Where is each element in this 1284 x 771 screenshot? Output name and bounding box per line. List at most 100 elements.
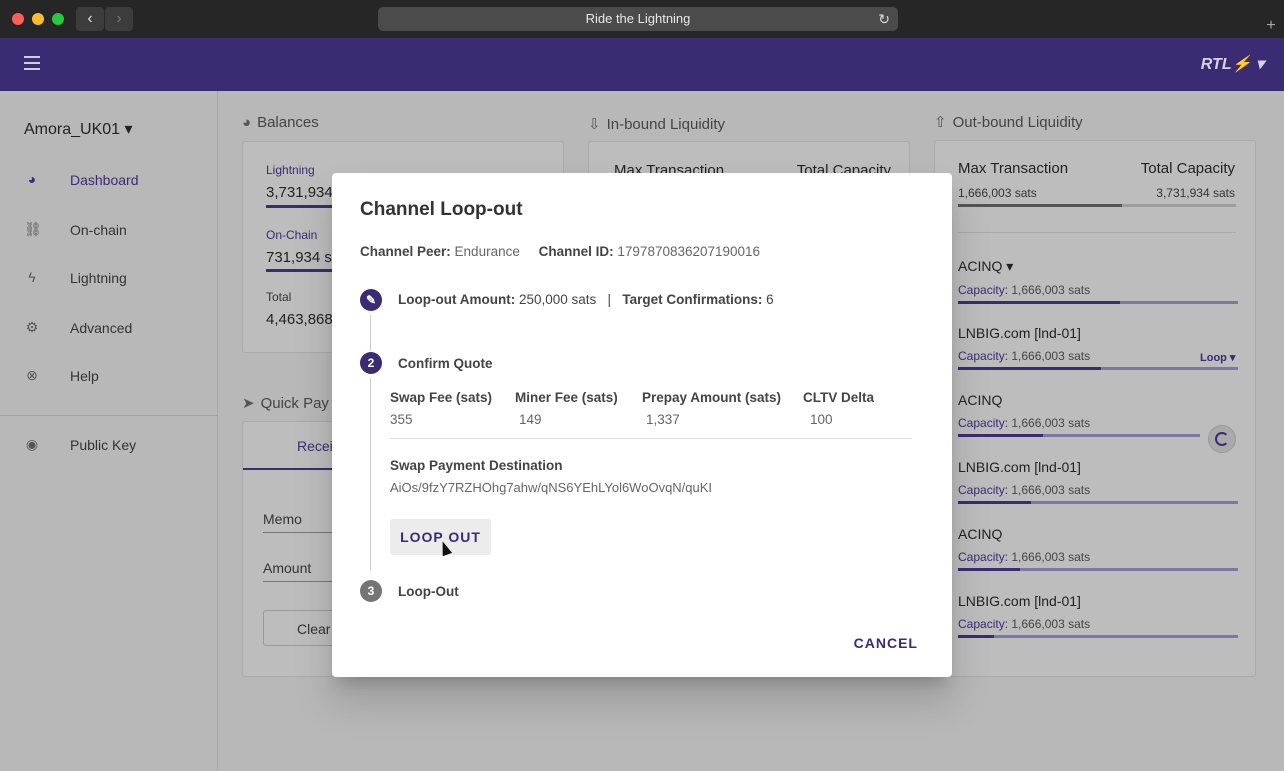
close-window-button[interactable] bbox=[12, 13, 24, 25]
outbound-capacity-label: Total Capacity bbox=[1140, 160, 1235, 177]
sidebar-item-label: Help bbox=[70, 368, 99, 384]
eye-icon: ◉ bbox=[25, 436, 39, 452]
prepay-amount-header: Prepay Amount (sats) bbox=[642, 390, 782, 405]
sidebar-item-help[interactable]: ⊗ Help bbox=[0, 357, 218, 397]
miner-fee-value: 149 bbox=[519, 412, 542, 427]
total-value: 4,463,868 bbox=[266, 311, 333, 328]
sidebar-item-label: Advanced bbox=[70, 320, 133, 336]
channel-peer-name: LNBIG.com [lnd-01] bbox=[958, 459, 1081, 475]
channel-capacity-bar bbox=[958, 434, 1200, 437]
channel-capacity: Capacity: 1,666,003 sats bbox=[958, 617, 1091, 631]
sidebar: Amora_UK01 ▾ ◕ Dashboard ⛓ On-chain ϟ Li… bbox=[0, 91, 218, 771]
new-tab-button[interactable]: + bbox=[1258, 14, 1284, 38]
send-icon: ➤ bbox=[242, 395, 255, 412]
dialog-title: Channel Loop-out bbox=[360, 199, 523, 220]
step-1-summary: Loop-out Amount: 250,000 sats | Target C… bbox=[398, 292, 774, 307]
upload-icon: ⇧ bbox=[934, 114, 947, 131]
outbound-title: ⇧ Out-bound Liquidity bbox=[934, 114, 1083, 131]
sidebar-item-label: Public Key bbox=[70, 437, 137, 453]
swap-fee-header: Swap Fee (sats) bbox=[390, 390, 493, 405]
link-icon: ⛓ bbox=[24, 221, 42, 237]
channel-capacity: Capacity: 1,666,003 sats bbox=[958, 283, 1091, 297]
sidebar-item-label: Dashboard bbox=[70, 172, 139, 188]
sidebar-item-on-chain[interactable]: ⛓ On-chain bbox=[0, 211, 218, 251]
channel-capacity: Capacity: 1,666,003 sats bbox=[958, 483, 1091, 497]
chevron-right-icon: › bbox=[116, 10, 122, 27]
step-2-label: Confirm Quote bbox=[398, 356, 493, 371]
address-bar[interactable]: Ride the Lightning ↻ bbox=[378, 7, 898, 31]
lightning-icon: ϟ bbox=[28, 269, 36, 285]
step-1-edit-icon[interactable]: ✎ bbox=[360, 289, 382, 311]
memo-field[interactable]: Memo bbox=[263, 511, 302, 527]
loop-menu-button[interactable]: Loop ▾ bbox=[1200, 351, 1235, 364]
outbound-channel-row: ACINQ Capacity: 1,666,003 sats bbox=[958, 526, 1238, 571]
loop-out-amount: 250,000 sats bbox=[518, 292, 597, 307]
back-button[interactable]: ‹ bbox=[76, 7, 104, 31]
node-selector[interactable]: Amora_UK01 ▾ bbox=[24, 119, 133, 139]
dashboard-icon: ◕ bbox=[27, 171, 37, 187]
channel-id-label: Channel ID: bbox=[538, 244, 614, 259]
onchain-label: On-Chain bbox=[266, 228, 318, 242]
miner-fee-header: Miner Fee (sats) bbox=[515, 390, 618, 405]
cancel-button[interactable]: CANCEL bbox=[854, 635, 918, 651]
minimize-window-button[interactable] bbox=[32, 13, 44, 25]
cltv-delta-value: 100 bbox=[810, 412, 833, 427]
channel-capacity-bar bbox=[958, 367, 1238, 370]
outbound-channel-row: LNBIG.com [lnd-01] Capacity: 1,666,003 sa… bbox=[958, 325, 1238, 370]
clear-button[interactable]: Clear bbox=[263, 610, 343, 646]
outbound-channel-row: ACINQ Capacity: 1,666,003 sats bbox=[958, 392, 1238, 437]
download-icon: ⇩ bbox=[588, 116, 601, 133]
balances-title: ◕ Balances bbox=[242, 114, 319, 131]
target-confirmations: 6 bbox=[766, 292, 774, 307]
channel-peer-name: ACINQ bbox=[958, 526, 1003, 542]
forward-button[interactable]: › bbox=[105, 7, 133, 31]
channel-peer-name: LNBIG.com [lnd-01] bbox=[958, 325, 1081, 341]
help-icon: ⊗ bbox=[26, 367, 38, 383]
sidebar-item-dashboard[interactable]: ◕ Dashboard bbox=[0, 161, 218, 201]
amount-field[interactable]: Amount bbox=[263, 560, 311, 576]
browser-chrome: ‹ › Ride the Lightning ↻ + bbox=[0, 0, 1284, 38]
step-3-number: 3 bbox=[360, 580, 382, 602]
sidebar-item-label: Lightning bbox=[70, 270, 127, 286]
channel-capacity: Capacity: 1,666,003 sats bbox=[958, 550, 1091, 564]
channel-id-value: 1797870836207190016 bbox=[617, 244, 761, 259]
page-title: Ride the Lightning bbox=[585, 11, 691, 26]
lightning-value: 3,731,934 bbox=[266, 184, 333, 201]
sidebar-item-advanced[interactable]: ⚙ Advanced bbox=[0, 309, 218, 349]
tab-receive[interactable]: Recei bbox=[297, 438, 333, 454]
total-label: Total bbox=[266, 290, 292, 304]
loading-spinner bbox=[1208, 425, 1236, 453]
peer-value: Endurance bbox=[454, 244, 520, 259]
channel-capacity: Capacity: 1,666,003 sats bbox=[958, 416, 1091, 430]
outbound-max-value: 1,666,003 sats bbox=[958, 186, 1037, 200]
gear-icon: ⚙ bbox=[25, 319, 39, 335]
channel-peer-name[interactable]: ACINQ ▾ bbox=[958, 258, 1238, 275]
prepay-amount-value: 1,337 bbox=[646, 412, 680, 427]
outbound-channel-row: ACINQ ▾ Capacity: 1,666,003 sats bbox=[958, 258, 1238, 304]
step-2-number: 2 bbox=[360, 352, 382, 374]
app-toolbar: RTL⚡ ▾ bbox=[0, 38, 1284, 91]
inbound-title: ⇩ In-bound Liquidity bbox=[588, 116, 725, 133]
channel-peer-name: ACINQ bbox=[958, 392, 1003, 408]
sidebar-item-public-key[interactable]: ◉ Public Key bbox=[0, 426, 218, 466]
menu-icon[interactable] bbox=[24, 56, 40, 70]
outbound-channel-row: LNBIG.com [lnd-01] Capacity: 1,666,003 sa… bbox=[958, 459, 1238, 504]
brand-menu[interactable]: RTL⚡ ▾ bbox=[1201, 54, 1264, 74]
swap-fee-value: 355 bbox=[390, 412, 413, 427]
step-3-label: Loop-Out bbox=[398, 584, 459, 599]
loop-out-dialog: Channel Loop-out Channel Peer: Endurance… bbox=[332, 173, 952, 677]
reload-icon[interactable]: ↻ bbox=[878, 7, 890, 31]
channel-capacity-bar bbox=[958, 568, 1238, 571]
pie-chart-icon: ◕ bbox=[242, 114, 252, 131]
channel-capacity-bar bbox=[958, 301, 1238, 304]
outbound-max-label: Max Transaction bbox=[958, 160, 1069, 177]
lightning-label: Lightning bbox=[266, 163, 315, 177]
channel-info: Channel Peer: Endurance Channel ID: 1797… bbox=[360, 244, 760, 259]
channel-capacity: Capacity: 1,666,003 sats bbox=[958, 349, 1091, 363]
maximize-window-button[interactable] bbox=[52, 13, 64, 25]
cltv-delta-header: CLTV Delta bbox=[803, 390, 875, 405]
swap-destination-value: AiOs/9fzY7RZHOhg7ahw/qNS6YEhLYol6WoOvqN/… bbox=[390, 480, 713, 495]
swap-destination-label: Swap Payment Destination bbox=[390, 458, 563, 473]
sidebar-item-lightning[interactable]: ϟ Lightning bbox=[0, 259, 218, 299]
outbound-summary-bar bbox=[958, 204, 1236, 207]
